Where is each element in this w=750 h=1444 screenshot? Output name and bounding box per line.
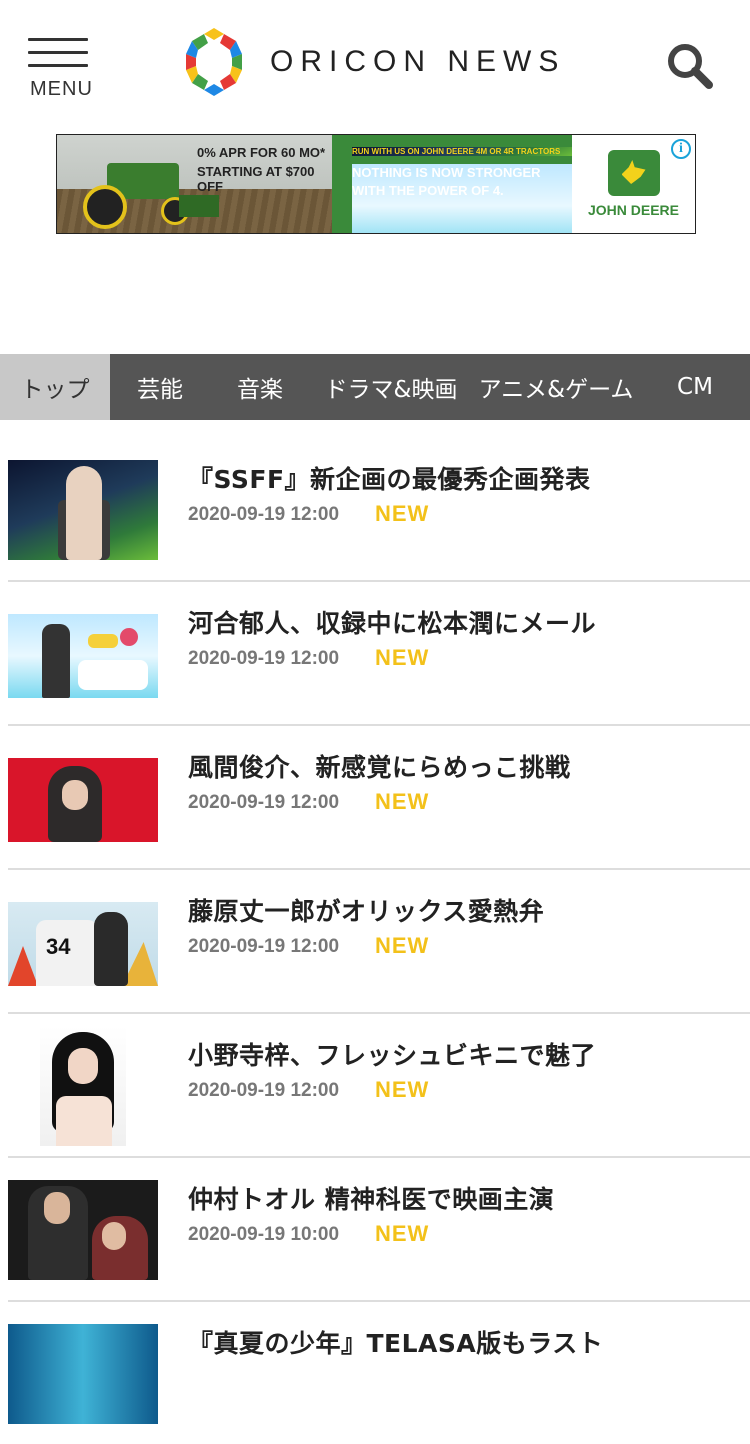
news-thumbnail <box>8 1324 158 1424</box>
new-badge: NEW <box>375 501 430 526</box>
news-thumbnail <box>8 460 158 560</box>
deer-logo-icon <box>607 150 660 196</box>
new-badge: NEW <box>375 789 430 814</box>
logo-text: ORICON NEWS <box>270 45 566 78</box>
category-tab-bar: トップ 芸能 音楽 ドラマ&映画 アニメ&ゲーム CM <box>0 354 750 420</box>
search-icon <box>668 44 713 89</box>
news-thumbnail: 34 <box>8 902 158 986</box>
new-badge: NEW <box>375 933 430 958</box>
new-badge: NEW <box>375 1077 430 1102</box>
news-item[interactable]: 『真夏の少年』TELASA版もラスト <box>8 1302 750 1444</box>
ad-tractor-image: 0% APR FOR 60 MO* STARTING AT $700 OFF <box>57 135 332 233</box>
news-title: 『SSFF』新企画の最優秀企画発表 <box>188 465 591 494</box>
tab-anime-game[interactable]: アニメ&ゲーム <box>472 354 640 420</box>
news-title: 藤原丈一郎がオリックス愛熱弁 <box>188 897 545 926</box>
news-title: 小野寺梓、フレッシュビキニで魅了 <box>188 1041 597 1070</box>
news-thumbnail <box>40 1026 126 1146</box>
news-date: 2020-09-19 12:00 <box>188 504 340 525</box>
oricon-hexagon-logo-icon <box>186 28 242 96</box>
news-thumbnail <box>8 758 158 842</box>
john-deere-ad-banner[interactable]: 0% APR FOR 60 MO* STARTING AT $700 OFF R… <box>56 134 696 234</box>
menu-button[interactable]: MENU <box>28 38 92 102</box>
tab-drama-movie[interactable]: ドラマ&映画 <box>310 354 472 420</box>
news-thumbnail <box>8 614 158 698</box>
ad-offer-line1: 0% APR FOR 60 MO* <box>197 145 326 160</box>
news-title: 河合郁人、収録中に松本潤にメール <box>188 609 597 638</box>
news-item[interactable]: 『SSFF』新企画の最優秀企画発表 2020-09-19 12:00 NEW <box>8 438 750 582</box>
news-item[interactable]: 小野寺梓、フレッシュビキニで魅了 2020-09-19 12:00 NEW <box>8 1014 750 1158</box>
news-item[interactable]: 河合郁人、収録中に松本潤にメール 2020-09-19 12:00 NEW <box>8 582 750 726</box>
news-title: 『真夏の少年』TELASA版もラスト <box>188 1329 604 1358</box>
ad-brand-panel: JOHN DEERE i <box>572 135 695 233</box>
news-date: 2020-09-19 10:00 <box>188 1224 340 1245</box>
news-title: 仲村トオル 精神科医で映画主演 <box>188 1185 555 1214</box>
news-date: 2020-09-19 12:00 <box>188 648 340 669</box>
ad-headline: NOTHING IS NOW STRONGER WITH THE POWER O… <box>352 164 572 233</box>
ad-message-panel: RUN WITH US ON JOHN DEERE 4M OR 4R TRACT… <box>332 135 572 233</box>
news-date: 2020-09-19 12:00 <box>188 936 340 957</box>
menu-label: MENU <box>30 78 93 100</box>
news-item[interactable]: 風間俊介、新感覚にらめっこ挑戦 2020-09-19 12:00 NEW <box>8 726 750 870</box>
ad-brand-name: JOHN DEERE <box>587 202 680 218</box>
tab-entertainment[interactable]: 芸能 <box>110 354 210 420</box>
ad-offer-line2: STARTING AT $700 OFF <box>197 164 315 194</box>
news-title: 風間俊介、新感覚にらめっこ挑戦 <box>188 753 571 782</box>
oricon-logo[interactable]: ORICON NEWS <box>184 28 565 96</box>
new-badge: NEW <box>375 645 430 670</box>
news-date: 2020-09-19 12:00 <box>188 792 340 813</box>
tab-top[interactable]: トップ <box>0 354 110 420</box>
news-list: 『SSFF』新企画の最優秀企画発表 2020-09-19 12:00 NEW 河… <box>8 438 750 1444</box>
ad-small-text: RUN WITH US ON JOHN DEERE 4M OR 4R TRACT… <box>352 147 572 156</box>
news-item[interactable]: 仲村トオル 精神科医で映画主演 2020-09-19 10:00 NEW <box>8 1158 750 1302</box>
app-header: MENU ORICON NEWS <box>0 0 750 130</box>
news-item[interactable]: 34 藤原丈一郎がオリックス愛熱弁 2020-09-19 12:00 NEW <box>8 870 750 1014</box>
new-badge: NEW <box>375 1221 430 1246</box>
news-date: 2020-09-19 12:00 <box>188 1080 340 1101</box>
jersey-number: 34 <box>46 934 71 959</box>
ad-info-icon[interactable]: i <box>671 139 691 159</box>
search-button[interactable] <box>664 40 716 92</box>
tab-cm[interactable]: CM <box>640 354 750 420</box>
news-thumbnail <box>8 1180 158 1280</box>
tab-music[interactable]: 音楽 <box>210 354 310 420</box>
hamburger-icon <box>28 38 92 67</box>
